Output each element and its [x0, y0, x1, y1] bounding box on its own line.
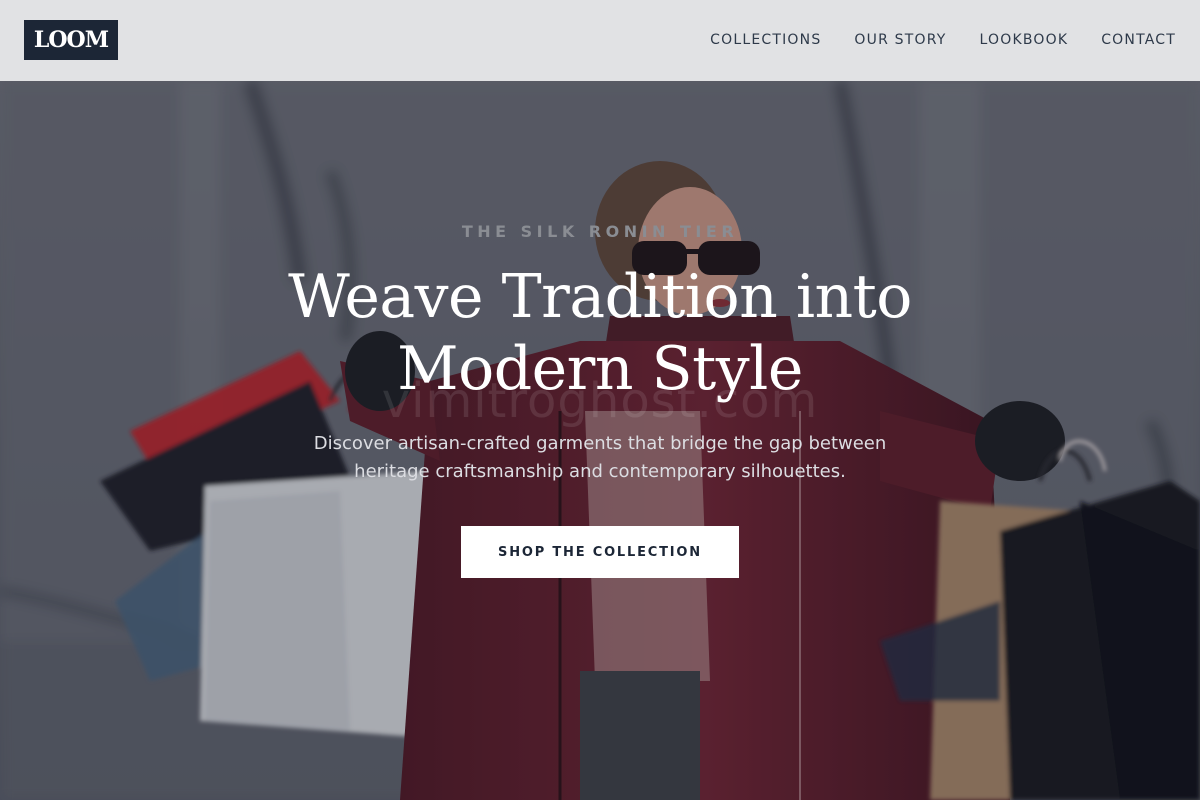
hero-headline-line-1: Weave Tradition into: [288, 262, 912, 332]
nav-link-lookbook[interactable]: LOOKBOOK: [980, 30, 1069, 50]
hero-headline: Weave Tradition into Modern Style: [200, 261, 1000, 405]
hero-subtext: Discover artisan-crafted garments that b…: [250, 430, 950, 486]
nav-link-collections[interactable]: COLLECTIONS: [710, 30, 821, 50]
hero-subtext-line-1: Discover artisan-crafted garments that b…: [313, 433, 887, 454]
brand-logo[interactable]: LOOM: [24, 20, 118, 60]
hero-subtext-line-2: heritage craftsmanship and contemporary …: [354, 461, 846, 482]
hero-headline-line-2: Modern Style: [397, 334, 803, 404]
site-header: LOOM COLLECTIONS OUR STORY LOOKBOOK CONT…: [0, 0, 1200, 81]
main-nav: COLLECTIONS OUR STORY LOOKBOOK CONTACT: [710, 30, 1176, 50]
hero-eyebrow: THE SILK RONIN TIER: [461, 222, 739, 241]
hero-section: vimitroghost.com THE SILK RONIN TIER Wea…: [0, 81, 1200, 800]
nav-link-contact[interactable]: CONTACT: [1101, 30, 1176, 50]
nav-link-our-story[interactable]: OUR STORY: [854, 30, 946, 50]
shop-collection-button[interactable]: SHOP THE COLLECTION: [461, 526, 739, 578]
